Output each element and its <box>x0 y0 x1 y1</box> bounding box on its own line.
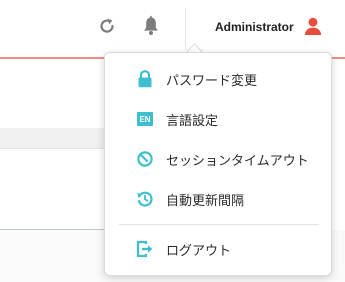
logout-icon <box>136 240 154 258</box>
menu-item-label: 自動更新間隔 <box>166 193 245 209</box>
username-label[interactable]: Administrator <box>215 20 294 34</box>
auto-refresh-interval-icon <box>136 190 154 208</box>
menu-item-label: ログアウト <box>166 243 232 259</box>
content-band <box>0 128 120 149</box>
user-icon[interactable] <box>303 16 323 36</box>
menu-divider <box>119 224 319 225</box>
menu-item-language[interactable]: EN 言語設定 <box>105 101 331 137</box>
menu-item-session-timeout[interactable]: セッションタイムアウト <box>105 141 331 177</box>
bell-icon[interactable] <box>141 15 161 37</box>
header-divider <box>185 8 186 50</box>
menu-item-label: セッションタイムアウト <box>166 153 309 169</box>
lock-icon <box>136 70 154 88</box>
top-header: Administrator <box>0 0 345 57</box>
en-language-icon: EN <box>136 110 154 128</box>
timeout-icon <box>136 150 154 168</box>
user-menu-dropdown: パスワード変更 EN 言語設定 セッションタイムアウト 自動更新間隔 ログアウト <box>104 52 332 276</box>
menu-item-auto-refresh-interval[interactable]: 自動更新間隔 <box>105 181 331 217</box>
menu-item-label: パスワード変更 <box>166 73 258 89</box>
en-badge: EN <box>137 112 153 126</box>
menu-item-logout[interactable]: ログアウト <box>105 231 331 267</box>
refresh-icon[interactable] <box>97 16 117 36</box>
menu-item-label: 言語設定 <box>166 113 219 129</box>
menu-item-change-password[interactable]: パスワード変更 <box>105 61 331 97</box>
